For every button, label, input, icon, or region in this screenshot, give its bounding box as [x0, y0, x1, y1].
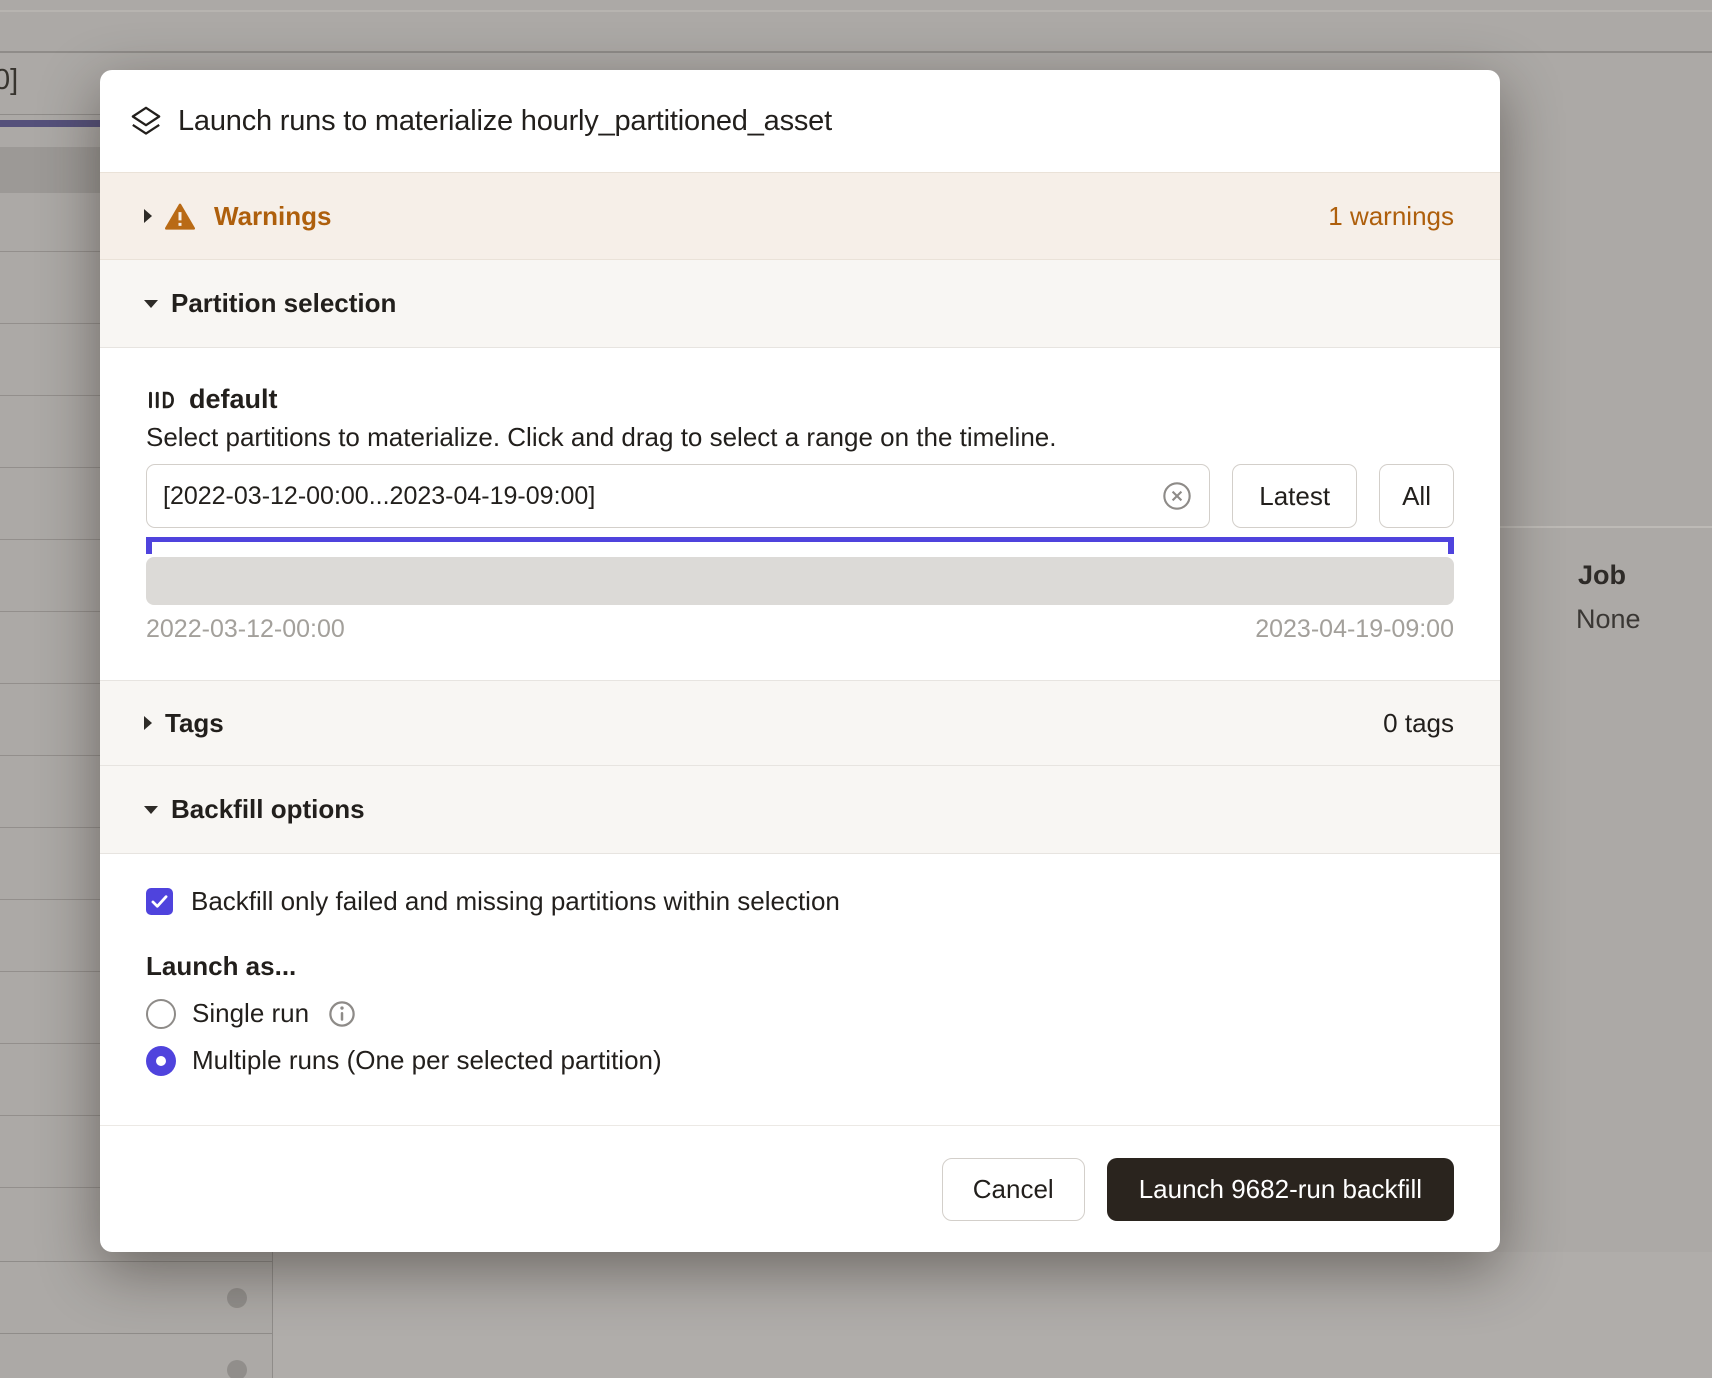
bg-row-line	[0, 1261, 273, 1262]
cancel-button[interactable]: Cancel	[942, 1158, 1085, 1221]
multiple-runs-radio[interactable]: Multiple runs (One per selected partitio…	[146, 1045, 1454, 1076]
checkbox-label: Backfill only failed and missing partiti…	[191, 886, 840, 917]
partition-selection-content: default Select partitions to materialize…	[100, 348, 1500, 680]
bg-toolbar-border	[0, 51, 1712, 53]
partition-range-input[interactable]: [2022-03-12-00:00...2023-04-19-09:00]	[146, 464, 1210, 528]
dialog-footer: Cancel Launch 9682-run backfill	[100, 1125, 1500, 1252]
bg-job-column-header: Job	[1578, 560, 1626, 591]
bg-bottom-right-panel	[273, 1252, 1712, 1378]
launch-backfill-button[interactable]: Launch 9682-run backfill	[1107, 1158, 1454, 1221]
warnings-label: Warnings	[214, 201, 331, 232]
launch-as-label: Launch as...	[146, 951, 1454, 982]
backfill-options-toggle[interactable]: Backfill options	[100, 766, 1500, 854]
multiple-runs-label: Multiple runs (One per selected partitio…	[192, 1045, 662, 1076]
launch-backfill-dialog: Launch runs to materialize hourly_partit…	[100, 70, 1500, 1252]
chevron-down-icon	[144, 300, 158, 308]
partition-selection-description: Select partitions to materialize. Click …	[146, 422, 1454, 453]
dialog-title: Launch runs to materialize hourly_partit…	[178, 105, 832, 138]
warnings-count: 1 warnings	[1328, 201, 1454, 232]
backfill-options-content: Backfill only failed and missing partiti…	[100, 854, 1500, 1125]
bg-column-divider	[272, 1252, 273, 1378]
warnings-section-toggle[interactable]: Warnings 1 warnings	[100, 172, 1500, 260]
partition-set-icon	[146, 386, 174, 414]
bg-job-column-value: None	[1576, 604, 1641, 635]
page: 0] Job None Launch runs to materialize h…	[0, 0, 1712, 1378]
bg-partial-input-text: 0]	[0, 64, 18, 97]
chevron-right-icon	[144, 716, 152, 730]
partition-range-value: [2022-03-12-00:00...2023-04-19-09:00]	[163, 482, 1161, 511]
backfill-only-failed-checkbox-row[interactable]: Backfill only failed and missing partiti…	[146, 886, 1454, 917]
bg-row-line	[0, 1333, 273, 1334]
tags-count: 0 tags	[1383, 708, 1454, 739]
single-run-radio[interactable]: Single run	[146, 998, 1454, 1029]
info-icon[interactable]	[327, 999, 357, 1029]
latest-button[interactable]: Latest	[1232, 464, 1357, 528]
bg-table-row-lines	[0, 180, 100, 1252]
partition-selection-header: Partition selection	[171, 288, 396, 319]
timeline-end-label: 2023-04-19-09:00	[1255, 615, 1454, 644]
partition-dimension-name: default	[189, 384, 278, 415]
timeline-selection-bar[interactable]	[146, 537, 1454, 542]
radio-unselected-icon[interactable]	[146, 999, 176, 1029]
bg-top-border	[0, 10, 1712, 12]
bg-job-column-line	[1500, 526, 1712, 528]
tags-section-toggle[interactable]: Tags 0 tags	[100, 680, 1500, 766]
bg-selected-row-band	[0, 147, 100, 193]
bg-status-dot	[227, 1288, 247, 1308]
all-button[interactable]: All	[1379, 464, 1454, 528]
backfill-options-header: Backfill options	[171, 794, 365, 825]
bg-header-line	[0, 114, 100, 115]
bg-accent-line	[0, 120, 100, 127]
tags-header: Tags	[165, 708, 224, 739]
dialog-header: Launch runs to materialize hourly_partit…	[100, 70, 1500, 172]
partition-timeline[interactable]	[146, 557, 1454, 605]
clear-input-icon[interactable]	[1161, 480, 1193, 512]
chevron-right-icon	[144, 209, 152, 223]
warning-triangle-icon	[165, 203, 195, 230]
checkbox-checked-icon[interactable]	[146, 888, 173, 915]
single-run-label: Single run	[192, 998, 309, 1029]
partition-selection-toggle[interactable]: Partition selection	[100, 260, 1500, 348]
materialize-layers-icon	[128, 103, 164, 139]
bg-status-dot	[227, 1360, 247, 1378]
timeline-start-label: 2022-03-12-00:00	[146, 615, 345, 644]
chevron-down-icon	[144, 806, 158, 814]
radio-selected-icon[interactable]	[146, 1046, 176, 1076]
